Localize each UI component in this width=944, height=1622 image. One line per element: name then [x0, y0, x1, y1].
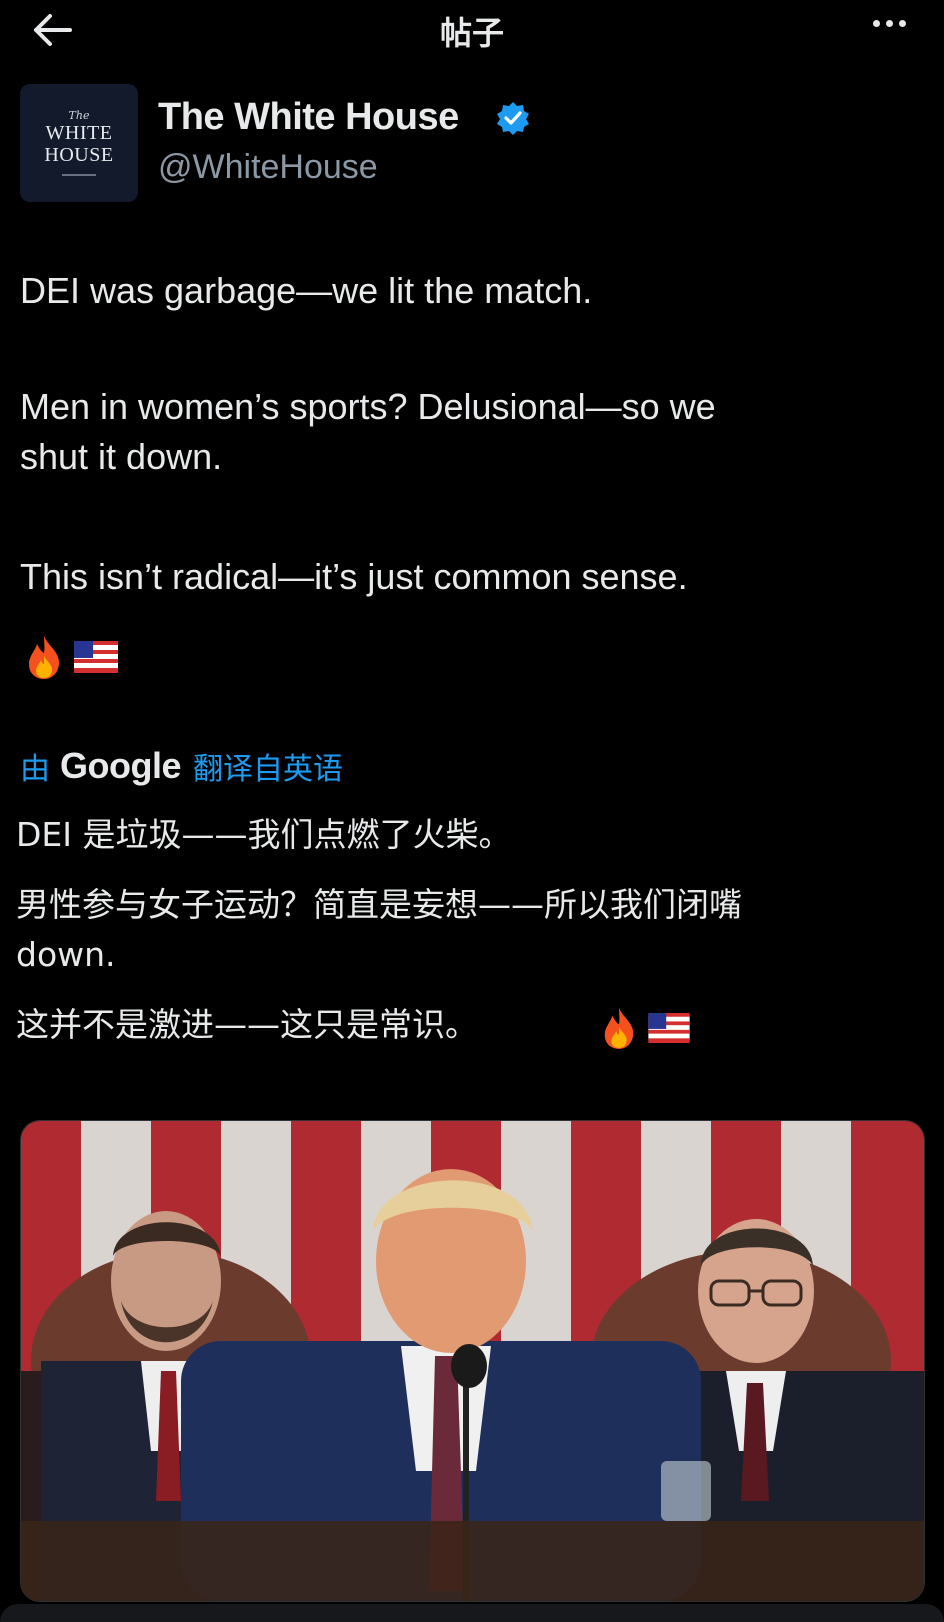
translation-attribution[interactable]: 由 Google 翻译自英语	[20, 744, 343, 788]
account-handle[interactable]: @WhiteHouse	[158, 148, 378, 187]
top-navigation-bar: 帖子	[0, 0, 944, 62]
google-logo: Google	[60, 745, 182, 786]
translated-line-4: 这并不是激进——这只是常识。	[16, 1005, 478, 1044]
avatar-text-white: WHITE	[45, 122, 113, 144]
translated-line-1: DEI 是垃圾——我们点燃了火柴。	[16, 815, 512, 854]
more-dot	[886, 20, 893, 27]
tweet-line-3: This isn’t radical—it’s just common sens…	[20, 556, 688, 597]
verified-badge-icon	[497, 102, 529, 135]
bottom-panel-edge	[0, 1604, 944, 1622]
video-thumbnail	[21, 1121, 924, 1601]
more-options-button[interactable]	[873, 20, 906, 27]
translation-prefix: 由	[20, 752, 50, 787]
account-name[interactable]: The White House	[158, 96, 459, 139]
us-flag-emoji-icon	[648, 1013, 690, 1043]
fire-emoji-icon	[29, 636, 60, 679]
fire-emoji-icon	[604, 1008, 634, 1049]
tweet-line-2b: shut it down.	[20, 436, 223, 477]
translated-line-2: 男性参与女子运动？简直是妄想——所以我们闭嘴	[16, 885, 742, 924]
tweet-line-1: DEI was garbage—we lit the match.	[20, 270, 593, 311]
tweet-emojis	[24, 634, 118, 680]
translation-source-label: 翻译自英语	[193, 752, 343, 787]
avatar-divider	[62, 174, 96, 176]
tweet-media-video[interactable]	[20, 1120, 925, 1602]
tweet-line-2a: Men in women’s sports? Delusional—so we	[20, 386, 716, 427]
avatar[interactable]: The WHITE HOUSE	[20, 84, 138, 202]
avatar-text-house: HOUSE	[44, 144, 114, 166]
us-flag-emoji-icon	[74, 641, 118, 673]
more-dots-icon	[873, 20, 880, 27]
page-title: 帖子	[439, 14, 504, 52]
translated-emojis	[600, 1006, 690, 1050]
translated-line-3: down.	[16, 935, 116, 974]
avatar-text-the: The	[68, 109, 90, 122]
more-dot	[899, 20, 906, 27]
